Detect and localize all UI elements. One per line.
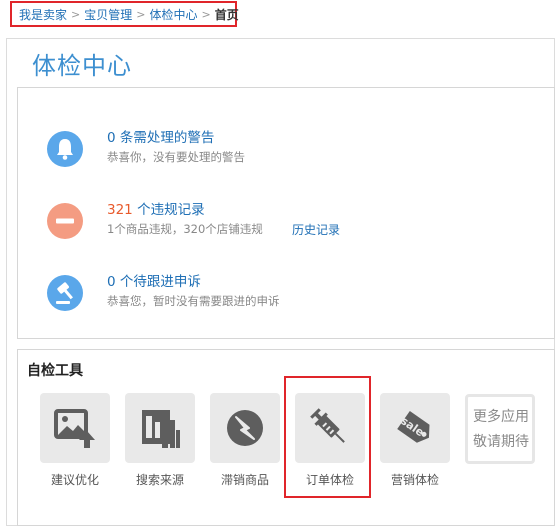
sale-tag-icon: sale [397,410,430,443]
tool-label: 建议优化 [50,473,99,487]
more-apps-line1: 更多应用 [473,409,529,425]
self-check-tools-panel: 自检工具 建议优化 搜索来源 滞销商品 订单体检 sale 营销体检 更多应用 … [17,349,555,526]
breadcrumb-separator: > [201,7,211,21]
warning-subtext: 恭喜你，没有要处理的警告 [107,150,245,164]
image-upload-icon [54,409,95,448]
warning-title[interactable]: 0 条需处理的警告 [107,126,214,146]
tool-label: 搜索来源 [135,473,184,487]
breadcrumb-item-management[interactable]: 宝贝管理 [84,6,132,23]
tool-slow-selling[interactable]: 滞销商品 [209,393,281,493]
more-apps-placeholder: 更多应用 敬请期待 [465,394,535,464]
minus-icon [47,203,83,239]
lightning-circle-icon [227,410,263,446]
breadcrumb-seller[interactable]: 我是卖家 [19,6,67,23]
breadcrumb-separator: > [136,7,146,21]
stats-panel: 0 条需处理的警告 恭喜你，没有要处理的警告 321 个违规记录 1个商品违规，… [17,87,555,339]
warning-count: 0 [107,130,116,146]
appeal-row: 0 个待跟进申诉 恭喜您，暂时没有需要跟进的申诉 [18,269,554,319]
appeal-title[interactable]: 0 个待跟进申诉 [107,270,201,290]
page-title: 体检中心 [32,52,132,80]
breadcrumb-current: 首页 [214,7,239,22]
warning-row: 0 条需处理的警告 恭喜你，没有要处理的警告 [18,125,554,175]
bar-chart-icon [142,410,180,448]
tool-label: 营销体检 [390,473,439,487]
tool-optimization[interactable]: 建议优化 [39,393,111,493]
appeal-count: 0 [107,274,116,290]
warning-label: 条需处理的警告 [119,130,215,146]
tool-label: 滞销商品 [220,473,269,487]
violation-subtext: 1个商品违规，320个店铺违规 [107,222,263,236]
gavel-icon [47,275,83,311]
bell-icon [47,131,83,167]
violation-title[interactable]: 321 个违规记录 [107,198,205,218]
violation-count: 321 [107,202,133,218]
violation-label: 个违规记录 [137,202,205,218]
more-apps-line2: 敬请期待 [473,434,529,450]
history-link[interactable]: 历史记录 [292,221,340,238]
highlight-box [284,376,371,498]
breadcrumb-health-center[interactable]: 体检中心 [149,6,197,23]
appeal-subtext: 恭喜您，暂时没有需要跟进的申诉 [107,294,280,308]
tool-search-source[interactable]: 搜索来源 [124,393,196,493]
tools-title: 自检工具 [27,363,83,379]
appeal-label: 个待跟进申诉 [119,274,201,290]
breadcrumb-separator: > [71,7,81,21]
breadcrumb: 我是卖家 > 宝贝管理 > 体检中心 > 首页 [10,1,239,27]
tool-marketing-check[interactable]: sale 营销体检 [379,393,451,493]
violation-row: 321 个违规记录 1个商品违规，320个店铺违规 历史记录 [18,197,554,247]
